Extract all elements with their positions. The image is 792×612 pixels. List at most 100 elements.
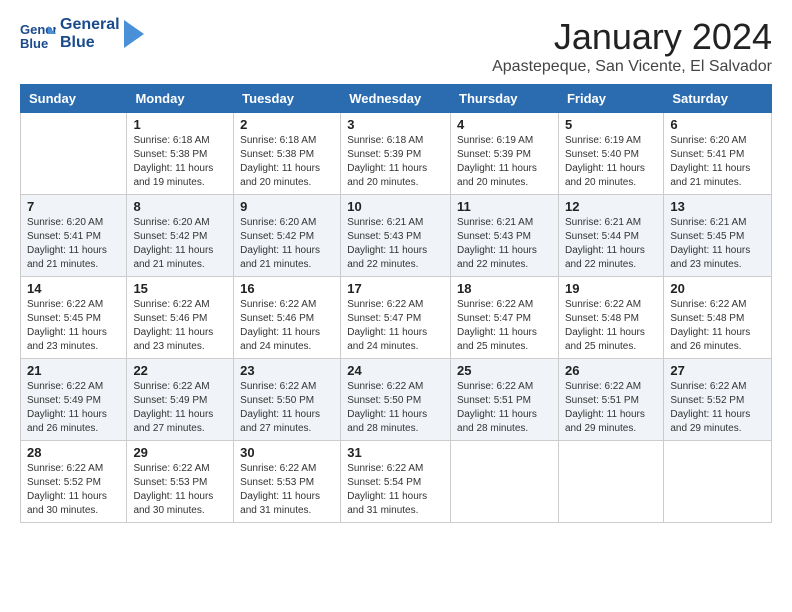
day-detail: Sunrise: 6:18 AM Sunset: 5:38 PM Dayligh…: [240, 134, 334, 190]
logo-arrow-icon: [124, 20, 144, 48]
day-number: 20: [670, 281, 765, 296]
day-number: 27: [670, 363, 765, 378]
day-number: 1: [133, 117, 227, 132]
day-number: 13: [670, 199, 765, 214]
calendar-cell: 16 Sunrise: 6:22 AM Sunset: 5:46 PM Dayli…: [234, 277, 341, 359]
logo-general: General: [60, 16, 120, 34]
calendar-header-row: SundayMondayTuesdayWednesdayThursdayFrid…: [21, 85, 772, 113]
day-number: 29: [133, 445, 227, 460]
calendar-cell: [664, 441, 772, 523]
day-detail: Sunrise: 6:22 AM Sunset: 5:52 PM Dayligh…: [670, 380, 765, 436]
day-number: 30: [240, 445, 334, 460]
calendar-cell: [451, 441, 559, 523]
location-subtitle: Apastepeque, San Vicente, El Salvador: [492, 58, 772, 76]
day-detail: Sunrise: 6:21 AM Sunset: 5:45 PM Dayligh…: [670, 216, 765, 272]
day-detail: Sunrise: 6:20 AM Sunset: 5:41 PM Dayligh…: [670, 134, 765, 190]
calendar-cell: 17 Sunrise: 6:22 AM Sunset: 5:47 PM Dayli…: [341, 277, 451, 359]
calendar-cell: 15 Sunrise: 6:22 AM Sunset: 5:46 PM Dayli…: [127, 277, 234, 359]
day-detail: Sunrise: 6:22 AM Sunset: 5:51 PM Dayligh…: [565, 380, 657, 436]
day-number: 14: [27, 281, 120, 296]
day-detail: Sunrise: 6:22 AM Sunset: 5:50 PM Dayligh…: [347, 380, 444, 436]
calendar-cell: 20 Sunrise: 6:22 AM Sunset: 5:48 PM Dayli…: [664, 277, 772, 359]
day-detail: Sunrise: 6:22 AM Sunset: 5:45 PM Dayligh…: [27, 298, 120, 354]
calendar-cell: 6Sunrise: 6:20 AM Sunset: 5:41 PM Daylig…: [664, 113, 772, 195]
calendar-cell: 13 Sunrise: 6:21 AM Sunset: 5:45 PM Dayli…: [664, 195, 772, 277]
calendar-cell: 11 Sunrise: 6:21 AM Sunset: 5:43 PM Dayli…: [451, 195, 559, 277]
day-number: 18: [457, 281, 552, 296]
calendar-cell: 27 Sunrise: 6:22 AM Sunset: 5:52 PM Dayli…: [664, 359, 772, 441]
day-detail: Sunrise: 6:20 AM Sunset: 5:42 PM Dayligh…: [133, 216, 227, 272]
calendar-cell: 18 Sunrise: 6:22 AM Sunset: 5:47 PM Dayli…: [451, 277, 559, 359]
day-number: 8: [133, 199, 227, 214]
day-number: 11: [457, 199, 552, 214]
day-number: 23: [240, 363, 334, 378]
calendar-cell: 24 Sunrise: 6:22 AM Sunset: 5:50 PM Dayli…: [341, 359, 451, 441]
calendar-cell: 4 Sunrise: 6:19 AM Sunset: 5:39 PM Daylig…: [451, 113, 559, 195]
day-detail: Sunrise: 6:22 AM Sunset: 5:50 PM Dayligh…: [240, 380, 334, 436]
calendar-cell: 14 Sunrise: 6:22 AM Sunset: 5:45 PM Dayli…: [21, 277, 127, 359]
weekday-header: Monday: [127, 85, 234, 113]
calendar-week-row: 1 Sunrise: 6:18 AM Sunset: 5:38 PM Daylig…: [21, 113, 772, 195]
day-number: 3: [347, 117, 444, 132]
day-detail: Sunrise: 6:22 AM Sunset: 5:48 PM Dayligh…: [670, 298, 765, 354]
day-detail: Sunrise: 6:20 AM Sunset: 5:41 PM Dayligh…: [27, 216, 120, 272]
weekday-header: Thursday: [451, 85, 559, 113]
day-number: 21: [27, 363, 120, 378]
day-detail: Sunrise: 6:22 AM Sunset: 5:46 PM Dayligh…: [133, 298, 227, 354]
calendar-cell: 2 Sunrise: 6:18 AM Sunset: 5:38 PM Daylig…: [234, 113, 341, 195]
calendar-cell: 21 Sunrise: 6:22 AM Sunset: 5:49 PM Dayli…: [21, 359, 127, 441]
day-detail: Sunrise: 6:22 AM Sunset: 5:48 PM Dayligh…: [565, 298, 657, 354]
day-detail: Sunrise: 6:21 AM Sunset: 5:43 PM Dayligh…: [457, 216, 552, 272]
day-number: 10: [347, 199, 444, 214]
day-detail: Sunrise: 6:22 AM Sunset: 5:47 PM Dayligh…: [457, 298, 552, 354]
day-number: 2: [240, 117, 334, 132]
day-number: 17: [347, 281, 444, 296]
day-detail: Sunrise: 6:22 AM Sunset: 5:47 PM Dayligh…: [347, 298, 444, 354]
day-number: 19: [565, 281, 657, 296]
calendar-cell: 9Sunrise: 6:20 AM Sunset: 5:42 PM Daylig…: [234, 195, 341, 277]
day-detail: Sunrise: 6:22 AM Sunset: 5:51 PM Dayligh…: [457, 380, 552, 436]
day-detail: Sunrise: 6:19 AM Sunset: 5:39 PM Dayligh…: [457, 134, 552, 190]
svg-text:Blue: Blue: [20, 36, 48, 51]
day-number: 4: [457, 117, 552, 132]
day-number: 12: [565, 199, 657, 214]
calendar-week-row: 7 Sunrise: 6:20 AM Sunset: 5:41 PM Daylig…: [21, 195, 772, 277]
calendar-cell: 25 Sunrise: 6:22 AM Sunset: 5:51 PM Dayli…: [451, 359, 559, 441]
calendar-cell: 8 Sunrise: 6:20 AM Sunset: 5:42 PM Daylig…: [127, 195, 234, 277]
calendar-cell: 5 Sunrise: 6:19 AM Sunset: 5:40 PM Daylig…: [558, 113, 663, 195]
month-title: January 2024: [492, 16, 772, 58]
calendar-cell: 7 Sunrise: 6:20 AM Sunset: 5:41 PM Daylig…: [21, 195, 127, 277]
calendar-body: 1 Sunrise: 6:18 AM Sunset: 5:38 PM Daylig…: [21, 113, 772, 523]
day-detail: Sunrise: 6:22 AM Sunset: 5:53 PM Dayligh…: [133, 462, 227, 518]
day-number: 25: [457, 363, 552, 378]
day-detail: Sunrise: 6:18 AM Sunset: 5:38 PM Dayligh…: [133, 134, 227, 190]
day-number: 15: [133, 281, 227, 296]
weekday-header: Tuesday: [234, 85, 341, 113]
day-detail: Sunrise: 6:22 AM Sunset: 5:49 PM Dayligh…: [27, 380, 120, 436]
title-block: January 2024 Apastepeque, San Vicente, E…: [492, 16, 772, 76]
calendar-week-row: 14 Sunrise: 6:22 AM Sunset: 5:45 PM Dayli…: [21, 277, 772, 359]
calendar-cell: [21, 113, 127, 195]
calendar-cell: [558, 441, 663, 523]
calendar-cell: 28Sunrise: 6:22 AM Sunset: 5:52 PM Dayli…: [21, 441, 127, 523]
calendar-cell: 29 Sunrise: 6:22 AM Sunset: 5:53 PM Dayli…: [127, 441, 234, 523]
calendar-week-row: 21 Sunrise: 6:22 AM Sunset: 5:49 PM Dayli…: [21, 359, 772, 441]
calendar-cell: 1 Sunrise: 6:18 AM Sunset: 5:38 PM Daylig…: [127, 113, 234, 195]
day-number: 24: [347, 363, 444, 378]
calendar-cell: 30 Sunrise: 6:22 AM Sunset: 5:53 PM Dayli…: [234, 441, 341, 523]
day-detail: Sunrise: 6:22 AM Sunset: 5:53 PM Dayligh…: [240, 462, 334, 518]
calendar-cell: 10 Sunrise: 6:21 AM Sunset: 5:43 PM Dayli…: [341, 195, 451, 277]
calendar-cell: 3Sunrise: 6:18 AM Sunset: 5:39 PM Daylig…: [341, 113, 451, 195]
calendar-cell: 12Sunrise: 6:21 AM Sunset: 5:44 PM Dayli…: [558, 195, 663, 277]
day-number: 7: [27, 199, 120, 214]
calendar-cell: 19 Sunrise: 6:22 AM Sunset: 5:48 PM Dayli…: [558, 277, 663, 359]
day-detail: Sunrise: 6:22 AM Sunset: 5:46 PM Dayligh…: [240, 298, 334, 354]
day-number: 5: [565, 117, 657, 132]
day-number: 16: [240, 281, 334, 296]
weekday-header: Friday: [558, 85, 663, 113]
day-detail: Sunrise: 6:19 AM Sunset: 5:40 PM Dayligh…: [565, 134, 657, 190]
day-detail: Sunrise: 6:22 AM Sunset: 5:54 PM Dayligh…: [347, 462, 444, 518]
day-detail: Sunrise: 6:21 AM Sunset: 5:43 PM Dayligh…: [347, 216, 444, 272]
calendar-table: SundayMondayTuesdayWednesdayThursdayFrid…: [20, 84, 772, 523]
day-number: 22: [133, 363, 227, 378]
